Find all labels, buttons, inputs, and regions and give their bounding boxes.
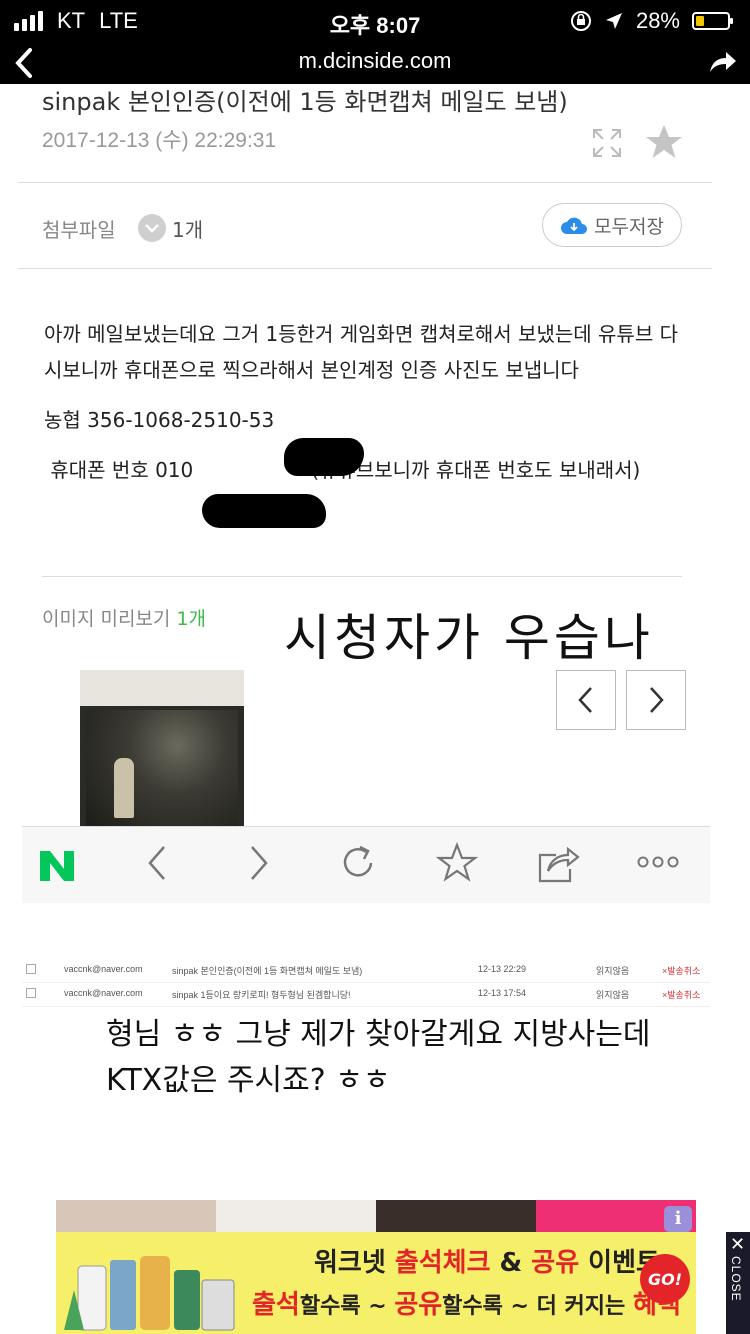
ad-banner[interactable]: 워크넷 출석체크 & 공유 이벤트 출석할수록 ~ 공유할수록 ~ 더 커지는 … <box>56 1232 696 1334</box>
ad-close-label: CLOSE <box>729 1256 743 1302</box>
refresh-icon[interactable] <box>338 841 378 885</box>
star-icon[interactable] <box>436 841 478 885</box>
post-body: 아까 메일보냈는데요 그거 1등한거 게임화면 캡쳐로해서 보냈는데 유튜브 다… <box>44 316 694 488</box>
battery-icon <box>692 12 733 30</box>
chevron-right-icon <box>650 687 664 713</box>
bank-account-text: 농협 356-1068-2510-53 <box>44 408 275 432</box>
share-icon[interactable] <box>536 841 580 885</box>
image-preview-label: 이미지 미리보기 1개 <box>42 608 207 630</box>
close-icon: ✕ <box>730 1234 746 1255</box>
post-title: sinpak 본인인증(이전에 1등 화면캡쳐 메일도 보냄) <box>42 88 568 116</box>
ad-thumbnails <box>56 1200 696 1234</box>
ad-go-button[interactable]: GO! <box>640 1254 690 1304</box>
redaction-mark <box>202 494 326 528</box>
prev-image-button[interactable] <box>556 670 616 730</box>
attachment-count: 1개 <box>172 218 204 242</box>
chevron-down-icon[interactable] <box>138 214 166 242</box>
divider <box>42 576 682 577</box>
naver-logo-icon[interactable] <box>38 849 76 883</box>
location-icon <box>605 13 622 29</box>
redaction-mark <box>284 438 364 476</box>
comment-text: 형님 ㅎㅎ 그냥 제가 찾아갈게요 지방사는데 KTX값은 주시죠? ㅎㅎ <box>106 1017 651 1098</box>
phone-text: 휴대폰 번호 010 (유튜브보니까 휴대폰 번호도 보내래서) <box>44 458 641 482</box>
save-all-label: 모두저장 <box>594 215 664 238</box>
bookmark-star-icon[interactable] <box>645 124 683 160</box>
cloud-icon <box>561 217 588 234</box>
more-icon[interactable] <box>636 855 680 869</box>
browser-toolbar <box>22 826 710 903</box>
expand-icon[interactable] <box>592 128 622 158</box>
divider <box>18 268 712 269</box>
image-preview-count: 1개 <box>176 608 207 630</box>
divider <box>18 182 712 183</box>
checkbox <box>26 988 36 998</box>
ad-subline: 출석할수록 ~ 공유할수록 ~ 더 커지는 혜택 <box>252 1290 681 1320</box>
rotation-lock-icon <box>570 11 591 31</box>
body-paragraph: 아까 메일보냈는데요 그거 1등한거 게임화면 캡쳐로해서 보냈는데 유튜브 다… <box>44 322 678 382</box>
mail-row: vaccnk@naver.com sinpak 1등이요 랑키로피! 형두형님 … <box>22 982 710 1007</box>
ad-info-icon[interactable]: i <box>664 1206 692 1232</box>
forward-icon[interactable] <box>244 841 274 885</box>
battery-percent: 28% <box>635 8 680 33</box>
back-icon[interactable] <box>142 841 172 885</box>
address-bar: m.dcinside.com <box>0 42 750 84</box>
mail-row: vaccnk@naver.com sinpak 본인인증(이전에 1등 화면캡쳐… <box>22 958 710 983</box>
handwritten-caption: 시청자가 우습나 <box>284 609 654 667</box>
status-bar: KT LTE 오후 8:07 28% <box>0 0 750 42</box>
share-arrow-icon[interactable] <box>708 48 738 76</box>
url-text[interactable]: m.dcinside.com <box>0 48 750 74</box>
save-all-button[interactable]: 모두저장 <box>542 203 682 247</box>
product-illustration-icon <box>64 1256 235 1331</box>
image-thumbnail[interactable] <box>80 670 244 828</box>
ad-headline: 워크넷 출석체크 & 공유 이벤트 <box>314 1248 660 1278</box>
checkbox <box>26 964 36 974</box>
post-date: 2017-12-13 (수) 22:29:31 <box>42 129 277 152</box>
next-image-button[interactable] <box>626 670 686 730</box>
chevron-left-icon <box>578 687 592 713</box>
attachment-label: 첨부파일 <box>42 218 116 242</box>
ad-close-button[interactable]: ✕ CLOSE <box>726 1232 750 1334</box>
